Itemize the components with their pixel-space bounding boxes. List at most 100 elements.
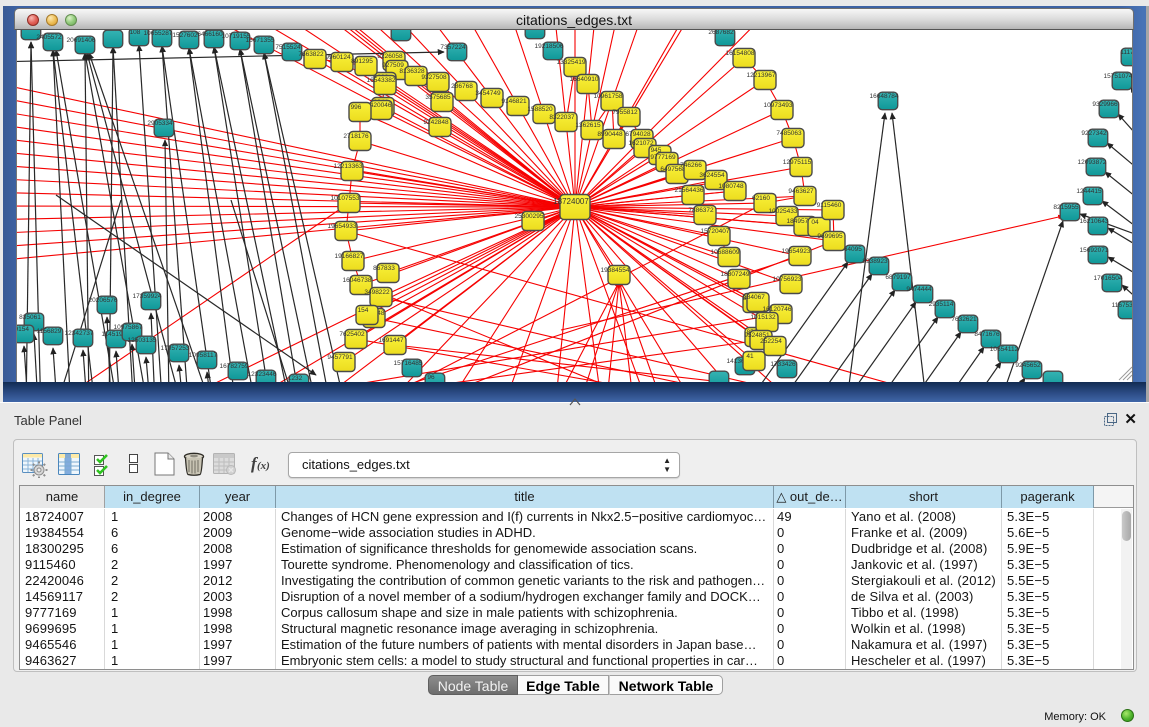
svg-text:17359924: 17359924 [133, 293, 162, 300]
svg-text:1588520: 1588520 [527, 106, 553, 113]
svg-text:16640910: 16640910 [570, 76, 599, 83]
svg-text:96: 96 [427, 374, 435, 381]
svg-text:10655287: 10655287 [144, 30, 173, 37]
svg-text:12093872: 12093872 [1078, 159, 1107, 166]
svg-text:8322037: 8322037 [549, 114, 575, 121]
svg-text:9463627: 9463627 [788, 188, 814, 195]
svg-text:15716485: 15716485 [394, 360, 423, 367]
svg-text:9227342: 9227342 [1081, 130, 1107, 137]
svg-text:9457791: 9457791 [327, 354, 353, 361]
svg-text:3624554: 3624554 [699, 172, 725, 179]
svg-text:17957253: 17957253 [161, 345, 190, 352]
svg-text:18724007: 18724007 [553, 197, 589, 206]
svg-text:1362615: 1362615 [575, 122, 601, 129]
svg-text:9474444: 9474444 [906, 286, 932, 293]
svg-text:2687682: 2687682 [708, 30, 734, 36]
svg-text:1244415: 1244415 [1076, 188, 1102, 195]
svg-text:25300295: 25300295 [515, 213, 544, 220]
svg-text:20206576: 20206576 [89, 297, 118, 304]
svg-text:252254: 252254 [760, 338, 782, 345]
svg-text:6794028: 6794028 [625, 131, 651, 138]
svg-text:1015132: 1015132 [750, 314, 776, 321]
svg-text:184067: 184067 [743, 294, 765, 301]
svg-text:15751074: 15751074 [1104, 73, 1133, 80]
svg-text:2935114: 2935114 [929, 301, 954, 308]
svg-text:1691447: 1691447 [378, 337, 404, 344]
svg-text:19166827: 19166827 [335, 253, 364, 260]
svg-text:15692071: 15692071 [1080, 247, 1109, 254]
svg-text:8226058: 8226058 [377, 53, 403, 60]
svg-text:16210643: 16210643 [1080, 218, 1109, 225]
svg-text:6466160: 6466160 [197, 31, 223, 38]
svg-text:9146821: 9146821 [501, 98, 527, 105]
svg-text:1167533: 1167533 [1112, 302, 1133, 309]
svg-text:2718176: 2718176 [343, 133, 369, 140]
svg-text:114519: 114519 [101, 331, 123, 338]
svg-text:3454749: 3454749 [475, 90, 501, 97]
svg-text:18807249: 18807249 [721, 271, 750, 278]
svg-text:8215955: 8215955 [1053, 204, 1079, 211]
svg-text:1527602: 1527602 [172, 32, 198, 39]
svg-text:21564436: 21564436 [675, 187, 704, 194]
svg-text:10688609: 10688609 [711, 249, 740, 256]
svg-text:41: 41 [746, 353, 754, 360]
svg-text:17016504: 17016504 [1094, 275, 1123, 282]
svg-text:9327508: 9327508 [421, 74, 447, 81]
svg-text:19218506: 19218506 [535, 43, 564, 50]
svg-text:12323446: 12323446 [248, 371, 277, 378]
svg-text:108: 108 [130, 30, 141, 36]
svg-text:10975867: 10975867 [114, 324, 143, 331]
svg-text:9245652: 9245652 [1015, 362, 1041, 369]
svg-text:16046738: 16046738 [343, 277, 372, 284]
svg-text:835061: 835061 [19, 314, 41, 321]
svg-text:7886372: 7886372 [688, 207, 714, 214]
svg-text:12213363: 12213363 [334, 163, 363, 170]
svg-text:867833: 867833 [373, 265, 395, 272]
svg-text:746266: 746266 [680, 162, 702, 169]
svg-text:16648784: 16648784 [870, 93, 899, 100]
svg-text:8938923: 8938923 [862, 258, 888, 265]
svg-text:8990448: 8990448 [597, 131, 623, 138]
svg-text:10961758: 10961758 [594, 93, 623, 100]
svg-text:12342737: 12342737 [65, 330, 94, 337]
svg-text:2405572: 2405572 [36, 34, 62, 41]
svg-text:9242848: 9242848 [423, 119, 449, 126]
svg-text:7632621: 7632621 [951, 316, 977, 323]
svg-text:9115460: 9115460 [817, 202, 842, 209]
svg-text:9960124: 9960124 [325, 54, 351, 61]
svg-text:15720407: 15720407 [701, 228, 730, 235]
svg-text:8471676: 8471676 [974, 331, 1000, 338]
svg-text:1232: 1232 [288, 375, 303, 382]
svg-text:3498222: 3498222 [364, 289, 390, 296]
svg-text:7515524: 7515524 [275, 44, 301, 51]
svg-text:16154808: 16154808 [726, 50, 755, 57]
svg-text:16543382: 16543382 [367, 77, 396, 84]
svg-text:286768: 286768 [451, 83, 473, 90]
svg-text:1117: 1117 [1120, 49, 1133, 56]
svg-text:996: 996 [351, 104, 362, 111]
svg-text:39154: 39154 [17, 326, 29, 333]
svg-text:891295: 891295 [351, 58, 373, 65]
svg-text:20691406: 20691406 [67, 37, 96, 44]
svg-text:10025433: 10025433 [769, 208, 798, 215]
svg-text:13325419: 13325419 [557, 59, 586, 66]
svg-text:10654112: 10654112 [990, 346, 1019, 353]
svg-text:12213967: 12213967 [747, 72, 776, 79]
svg-text:19654933: 19654933 [328, 223, 357, 230]
svg-text:19384554: 19384554 [601, 267, 630, 274]
svg-text:19654923: 19654923 [782, 248, 811, 255]
svg-text:154: 154 [358, 307, 369, 314]
svg-text:9329966: 9329966 [1092, 101, 1118, 108]
svg-text:7663822: 7663822 [298, 51, 324, 58]
svg-text:16671355: 16671355 [246, 37, 275, 44]
svg-text:9777169: 9777169 [650, 154, 676, 161]
svg-text:10973493: 10973493 [764, 102, 793, 109]
svg-text:62160: 62160 [752, 195, 770, 202]
svg-text:10756923: 10756923 [773, 276, 802, 283]
svg-text:16033809: 16033809 [383, 30, 412, 31]
svg-text:9699695: 9699695 [817, 233, 843, 240]
svg-text:16782759: 16782759 [220, 363, 249, 370]
svg-text:3575685: 3575685 [425, 94, 451, 101]
svg-text:1156829: 1156829 [37, 328, 62, 335]
svg-text:(x): (x) [257, 460, 270, 472]
